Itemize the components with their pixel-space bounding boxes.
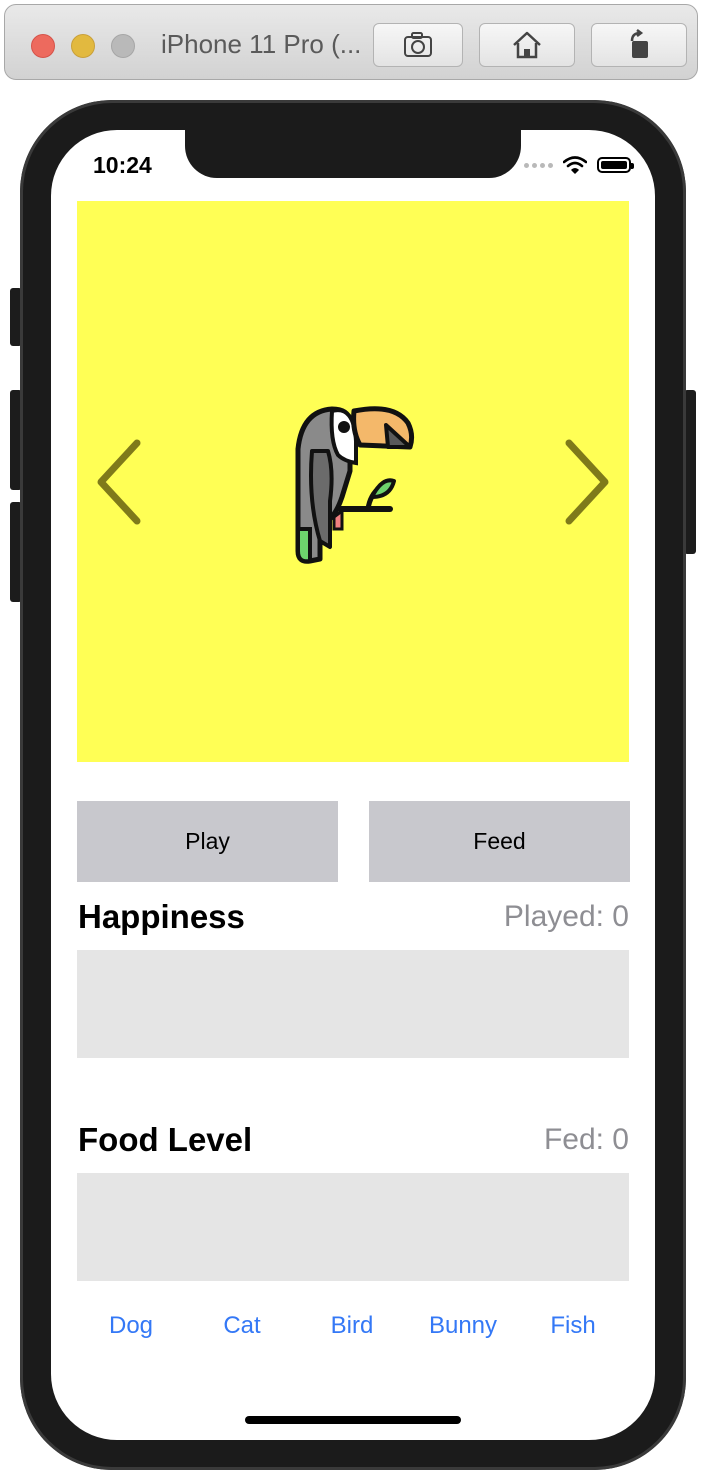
feed-button[interactable]: Feed [369,801,630,882]
tab-fish[interactable]: Fish [550,1312,595,1340]
happiness-meter [77,950,629,1058]
status-icons [524,156,634,174]
home-indicator [245,1416,461,1424]
previous-pet-button[interactable] [89,437,149,527]
screenshot-icon [404,32,432,57]
chevron-right-icon [565,439,609,525]
tab-cat[interactable]: Cat [223,1312,260,1340]
tab-bunny[interactable]: Bunny [429,1312,497,1340]
next-pet-button[interactable] [557,437,617,527]
play-button[interactable]: Play [77,801,338,882]
rotate-button[interactable] [591,23,687,67]
screenshot-button[interactable] [373,23,463,67]
zoom-window-button[interactable] [111,34,135,58]
food-level-title: Food Level [78,1121,253,1158]
toucan-icon [295,406,415,564]
battery-icon [597,157,634,173]
notch [185,130,521,178]
signal-icon [524,162,553,168]
home-icon [513,31,541,59]
fed-count: Fed: 0 [543,1123,629,1156]
rotate-icon [630,29,648,58]
pet-display [77,201,629,762]
iphone-screen: 10:24 Play Feed Happiness Played: 0 Food… [51,130,655,1440]
tab-dog[interactable]: Dog [109,1312,153,1340]
minimize-window-button[interactable] [71,34,95,58]
happiness-title: Happiness [78,898,245,935]
window-title: iPhone 11 Pro (... [161,29,362,59]
home-button[interactable] [479,23,575,67]
tab-bird[interactable]: Bird [331,1312,374,1340]
simulator-titlebar: iPhone 11 Pro (... [4,4,698,80]
close-window-button[interactable] [31,34,55,58]
pet-type-tab-bar: Dog Cat Bird Bunny Fish [77,1312,629,1348]
chevron-left-icon [97,439,141,525]
food-level-meter [77,1173,629,1281]
wifi-icon [563,156,587,174]
status-time: 10:24 [93,152,152,178]
played-count: Played: 0 [503,900,629,933]
